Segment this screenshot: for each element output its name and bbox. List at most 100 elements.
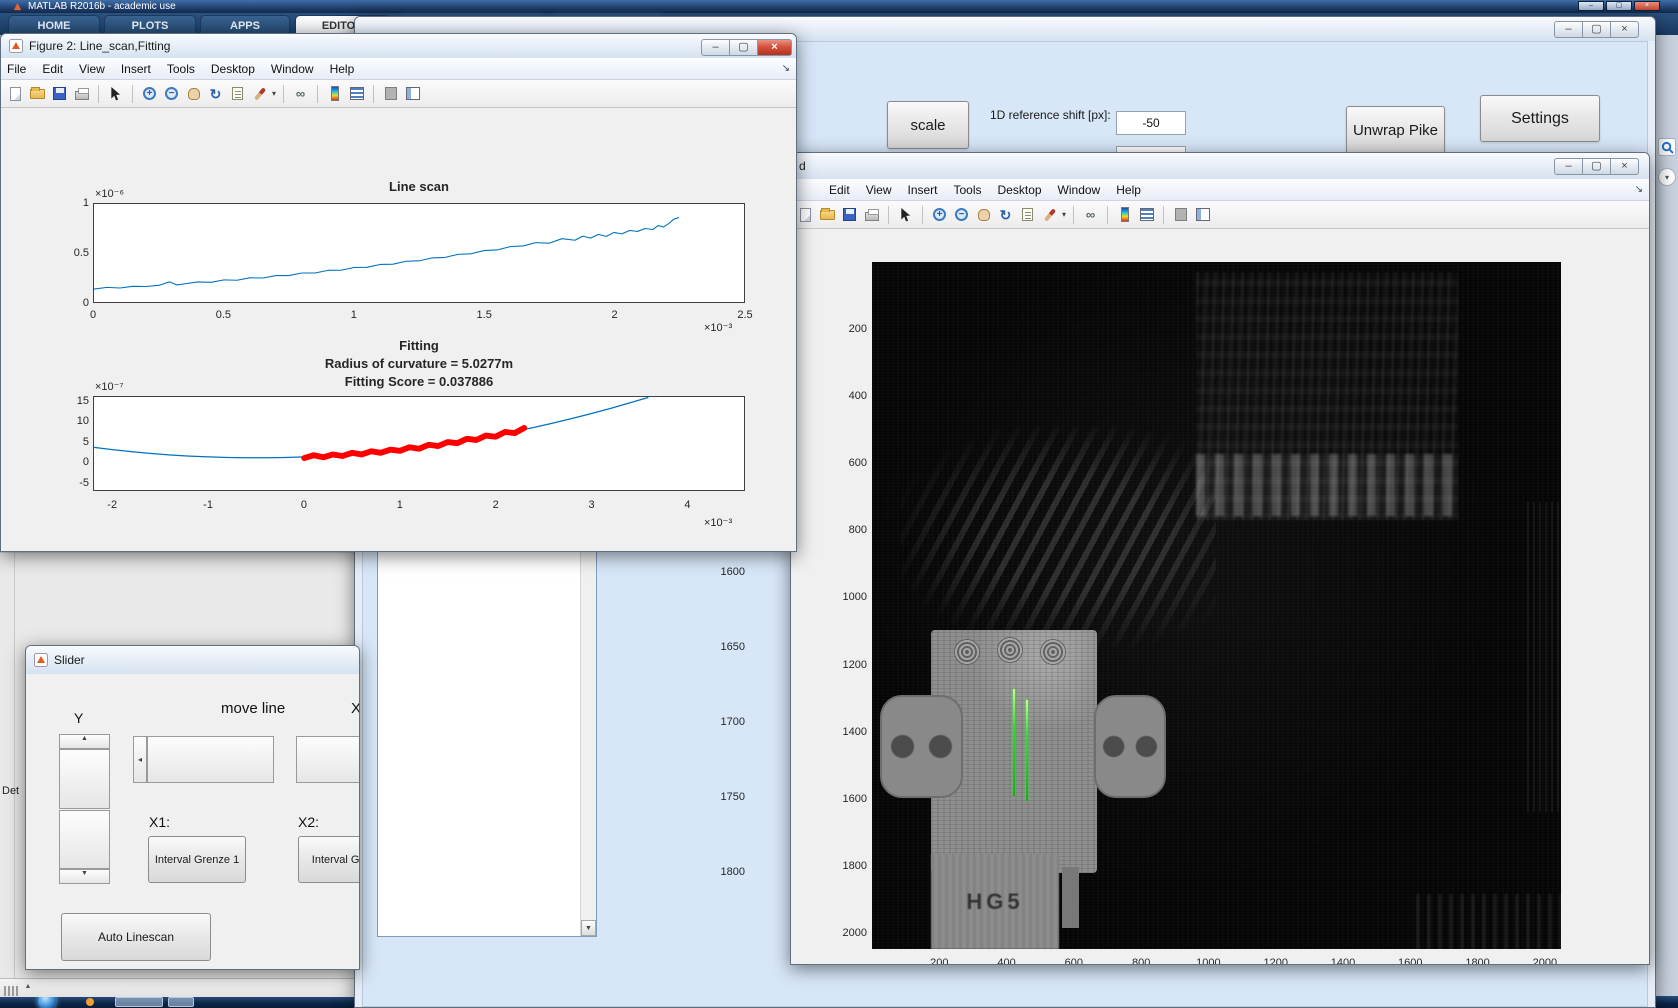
legend-icon[interactable] xyxy=(1137,205,1156,224)
image-figure-titlebar[interactable]: d xyxy=(791,153,1649,179)
brush-icon[interactable] xyxy=(1040,205,1059,224)
rotate-3d-icon[interactable]: ↻ xyxy=(206,84,225,103)
close-icon[interactable]: × xyxy=(1610,158,1639,175)
menu-item[interactable]: Help xyxy=(330,62,355,76)
slider-left-icon[interactable]: ◂ xyxy=(133,736,147,783)
restore-icon[interactable]: ▢ xyxy=(729,39,758,56)
close-icon[interactable]: × xyxy=(1634,1,1660,11)
link-plot-icon[interactable]: ∞ xyxy=(291,84,310,103)
save-icon[interactable] xyxy=(50,84,69,103)
new-file-icon[interactable] xyxy=(796,205,815,224)
hide-plot-tools-icon[interactable] xyxy=(381,84,400,103)
fitting-axes[interactable] xyxy=(93,396,745,491)
close-icon[interactable]: × xyxy=(1610,21,1639,38)
scale-button[interactable]: scale xyxy=(887,101,969,149)
zoom-out-icon[interactable]: − xyxy=(162,84,181,103)
arrow-cursor-icon[interactable] xyxy=(106,84,125,103)
taskbar-window-button[interactable] xyxy=(168,997,194,1007)
show-plot-tools-icon[interactable] xyxy=(1193,205,1212,224)
zoom-in-icon[interactable]: + xyxy=(930,205,949,224)
zoom-in-icon[interactable]: + xyxy=(140,84,159,103)
restore-icon[interactable]: ▢ xyxy=(1582,158,1611,175)
menu-item[interactable]: Desktop xyxy=(998,183,1042,197)
interval-grenze1-button[interactable]: Interval Grenze 1 xyxy=(148,836,246,883)
restore-icon[interactable]: ▢ xyxy=(1606,1,1632,11)
pan-hand-icon[interactable] xyxy=(184,84,203,103)
menu-item[interactable]: Desktop xyxy=(211,62,255,76)
menu-item[interactable]: Tools xyxy=(954,183,982,197)
legend-icon[interactable] xyxy=(347,84,366,103)
tab-plots[interactable]: PLOTS xyxy=(104,15,196,35)
figure2-titlebar[interactable]: Figure 2: Line_scan,Fitting xyxy=(1,34,796,58)
menu-item[interactable]: Edit xyxy=(829,183,850,197)
minimize-icon[interactable]: – xyxy=(1554,158,1583,175)
rotate-3d-icon[interactable]: ↻ xyxy=(996,205,1015,224)
auto-linescan-button[interactable]: Auto Linescan xyxy=(61,913,211,961)
arrow-cursor-icon[interactable] xyxy=(896,205,915,224)
colorbar-icon[interactable] xyxy=(1115,205,1134,224)
linescan-marker-line[interactable] xyxy=(1026,700,1028,800)
minimize-icon[interactable]: – xyxy=(701,39,730,56)
open-folder-icon[interactable] xyxy=(818,205,837,224)
slider-up-icon[interactable]: ▲ xyxy=(59,734,110,749)
menu-item[interactable]: View xyxy=(866,183,892,197)
minimize-icon[interactable]: – xyxy=(1554,21,1583,38)
resize-grip-icon[interactable]: ▲ xyxy=(4,983,31,1001)
print-icon[interactable] xyxy=(72,84,91,103)
restore-icon[interactable]: ▢ xyxy=(1582,21,1611,38)
close-icon[interactable]: × xyxy=(757,39,792,56)
linescan-marker-line[interactable] xyxy=(1013,689,1015,796)
menu-item[interactable]: Window xyxy=(271,62,314,76)
new-file-icon[interactable] xyxy=(6,84,25,103)
slider-track[interactable] xyxy=(296,736,360,783)
brush-dropdown-icon[interactable]: ▾ xyxy=(1062,210,1066,219)
menu-item[interactable]: Tools xyxy=(167,62,195,76)
colorbar-icon[interactable] xyxy=(325,84,344,103)
pan-hand-icon[interactable] xyxy=(974,205,993,224)
brush-dropdown-icon[interactable]: ▾ xyxy=(272,89,276,98)
slider-track[interactable] xyxy=(147,736,274,783)
data-cursor-icon[interactable] xyxy=(1018,205,1037,224)
brush-icon[interactable] xyxy=(250,84,269,103)
slider-thumb[interactable] xyxy=(59,810,110,869)
zoom-out-icon[interactable]: − xyxy=(952,205,971,224)
hide-plot-tools-icon[interactable] xyxy=(1171,205,1190,224)
x-slider[interactable]: ◂ xyxy=(133,736,360,783)
tick-label: 2.5 xyxy=(737,309,752,321)
tab-home[interactable]: HOME xyxy=(8,15,100,35)
menu-item[interactable]: Edit xyxy=(42,62,63,76)
matlab-titlebar[interactable]: MATLAB R2016b - academic use – ▢ × xyxy=(0,0,1678,13)
data-cursor-icon[interactable] xyxy=(228,84,247,103)
taskbar-app-icon[interactable] xyxy=(86,998,94,1006)
settings-button[interactable]: Settings xyxy=(1480,95,1600,142)
linescan-axes[interactable] xyxy=(93,203,745,303)
figure2-canvas: Line scan ×10⁻⁶ 00.51 00.511.522.5 ×10⁻³… xyxy=(1,108,796,551)
menu-item[interactable]: Insert xyxy=(907,183,937,197)
dock-figure-icon[interactable]: ↘ xyxy=(782,63,790,74)
interval-grenze2-button[interactable]: Interval Gre xyxy=(298,836,360,883)
menu-item[interactable]: Help xyxy=(1116,183,1141,197)
scroll-down-icon[interactable]: ▼ xyxy=(581,920,596,936)
print-icon[interactable] xyxy=(862,205,881,224)
menu-item[interactable]: Insert xyxy=(121,62,151,76)
search-icon[interactable] xyxy=(1658,138,1676,156)
menu-item[interactable]: File xyxy=(7,62,26,76)
show-plot-tools-icon[interactable] xyxy=(403,84,422,103)
menu-item[interactable]: Window xyxy=(1058,183,1101,197)
minimize-icon[interactable]: – xyxy=(1578,1,1604,11)
ref-shift-input[interactable]: -50 xyxy=(1116,111,1186,135)
dock-figure-icon[interactable]: ↘ xyxy=(1635,184,1643,195)
y-slider[interactable]: ▲ ▼ xyxy=(59,734,110,884)
link-plot-icon[interactable]: ∞ xyxy=(1081,205,1100,224)
unwrap-pike-button[interactable]: Unwrap Pike xyxy=(1346,106,1445,154)
slider-track[interactable] xyxy=(59,749,110,809)
tab-apps[interactable]: APPS xyxy=(200,15,290,35)
slider-down-icon[interactable]: ▼ xyxy=(59,869,110,884)
open-folder-icon[interactable] xyxy=(28,84,47,103)
menu-item[interactable]: View xyxy=(79,62,105,76)
interferogram-image[interactable]: HG5 xyxy=(872,262,1561,949)
slider-titlebar[interactable]: Slider xyxy=(26,646,359,674)
circle-dropdown-icon[interactable]: ▾ xyxy=(1658,168,1676,186)
save-icon[interactable] xyxy=(840,205,859,224)
taskbar-window-button[interactable] xyxy=(115,997,163,1007)
